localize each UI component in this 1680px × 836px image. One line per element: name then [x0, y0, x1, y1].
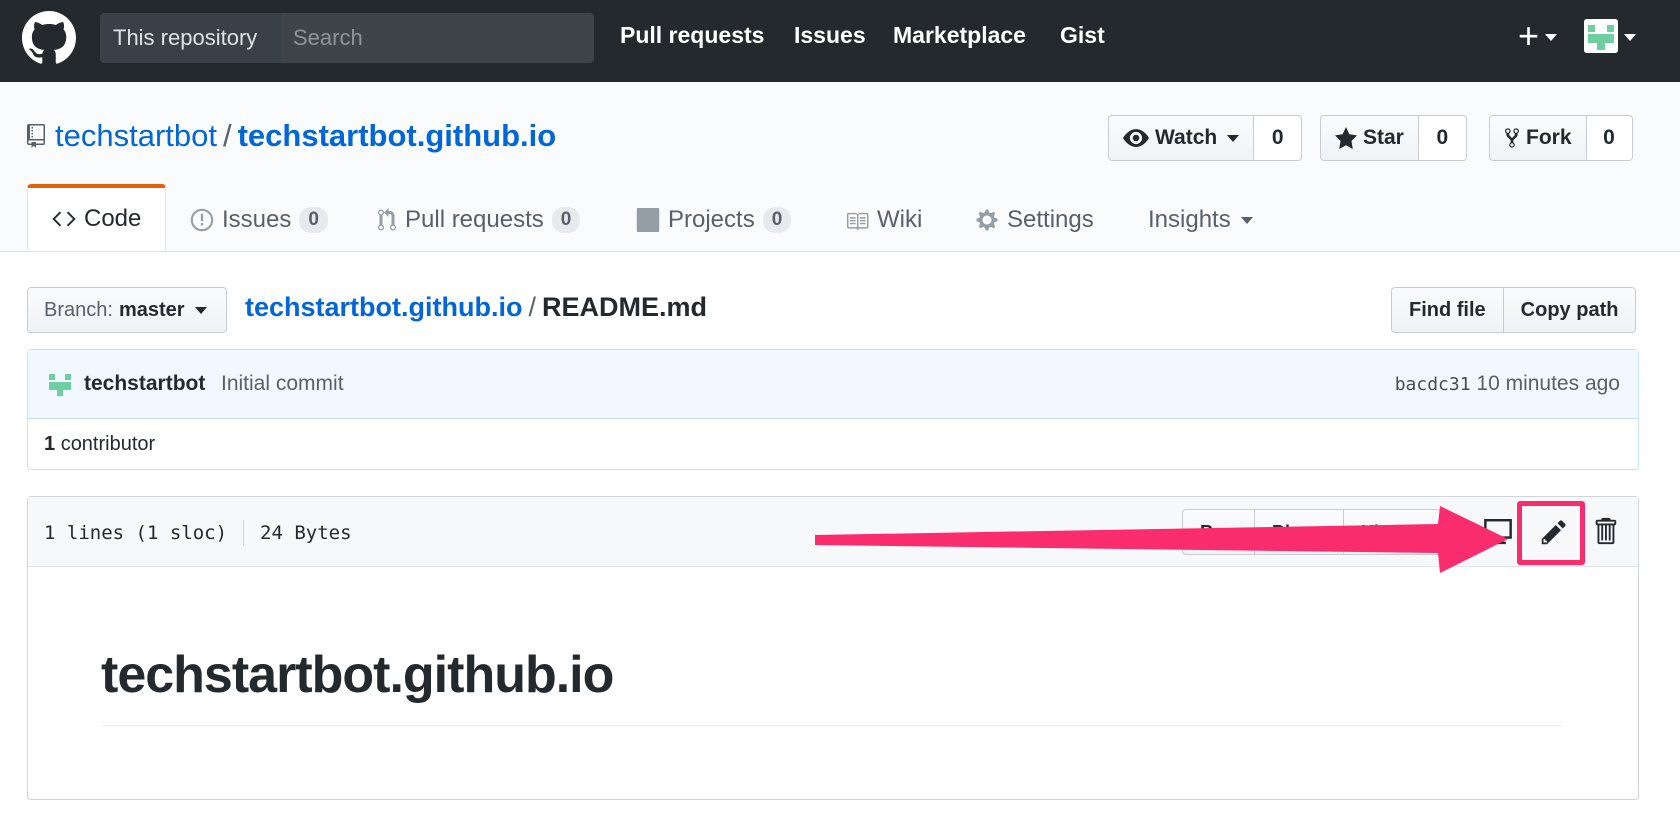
tab-code[interactable]: Code — [27, 184, 167, 250]
contributors-summary[interactable]: 1 contributor — [44, 433, 155, 456]
file-navigation-actions: Find file Copy path — [1391, 287, 1637, 333]
history-button[interactable]: History — [1344, 509, 1442, 555]
watch-label: Watch — [1155, 126, 1218, 149]
repository-title: techstartbot / techstartbot.github.io — [55, 118, 556, 154]
latest-commit: techstartbot Initial commit bacdc31 10 m… — [28, 350, 1638, 419]
tab-issues[interactable]: Issues 0 — [190, 188, 328, 252]
readme-heading-rule — [101, 725, 1563, 726]
issues-counter: 0 — [299, 207, 328, 233]
open-in-desktop-icon[interactable] — [1484, 519, 1512, 545]
file-header: 1 lines (1 sloc) 24 Bytes Raw Blame Hist… — [28, 497, 1638, 567]
file-viewer: 1 lines (1 sloc) 24 Bytes Raw Blame Hist… — [27, 496, 1639, 800]
projects-counter: 0 — [762, 207, 792, 233]
star-label: Star — [1363, 126, 1404, 149]
annotation-highlight-box — [1517, 501, 1585, 565]
readme-heading: techstartbot.github.io — [101, 646, 614, 704]
repo-title-separator: / — [222, 118, 232, 153]
fork-group: Fork 0 — [1489, 115, 1633, 161]
star-button[interactable]: Star — [1320, 115, 1419, 161]
tab-label: Projects — [668, 206, 755, 233]
tab-label: Pull requests — [405, 206, 544, 233]
pull-request-icon — [378, 208, 396, 231]
fork-icon — [1505, 128, 1519, 148]
commit-sha-link[interactable]: bacdc31 — [1395, 374, 1471, 395]
repo-owner-link[interactable]: techstartbot — [55, 118, 217, 153]
tab-projects[interactable]: Projects 0 — [636, 188, 792, 252]
star-icon — [1335, 127, 1357, 149]
pull-requests-counter: 0 — [551, 207, 581, 233]
blame-button[interactable]: Blame — [1255, 509, 1345, 555]
tab-label: Settings — [1007, 206, 1094, 233]
create-new-plus-icon[interactable]: + — [1518, 18, 1539, 54]
file-size: 24 Bytes — [260, 522, 352, 544]
star-count[interactable]: 0 — [1418, 115, 1467, 161]
book-icon — [847, 212, 869, 230]
gear-icon — [976, 209, 998, 231]
branch-name: master — [118, 298, 185, 321]
project-icon — [636, 208, 660, 232]
nav-issues[interactable]: Issues — [794, 22, 866, 49]
issue-icon — [190, 208, 214, 232]
branch-selector[interactable]: Branch: master — [27, 287, 227, 333]
search-input[interactable] — [281, 13, 594, 63]
file-actions: Raw Blame History — [1182, 509, 1442, 555]
raw-button[interactable]: Raw — [1182, 509, 1256, 555]
breadcrumb-separator: / — [528, 292, 536, 322]
commit-author-link[interactable]: techstartbot — [84, 372, 205, 396]
star-group: Star 0 — [1320, 115, 1467, 161]
nav-gist[interactable]: Gist — [1060, 22, 1105, 49]
tab-label: Wiki — [877, 206, 923, 233]
chevron-down-icon[interactable] — [1545, 34, 1557, 41]
repo-icon — [27, 124, 45, 148]
commit-message-link[interactable]: Initial commit — [221, 372, 344, 396]
tab-wiki[interactable]: Wiki — [845, 188, 922, 252]
tab-label: Issues — [222, 206, 292, 233]
breadcrumb: techstartbot.github.io / README.md — [245, 292, 707, 323]
identicon-icon — [46, 371, 74, 399]
file-line-count: 1 lines (1 sloc) — [44, 522, 228, 544]
watch-count[interactable]: 0 — [1254, 115, 1303, 161]
tab-settings[interactable]: Settings — [975, 188, 1094, 252]
nav-pull-requests[interactable]: Pull requests — [620, 22, 764, 49]
copy-path-button[interactable]: Copy path — [1503, 287, 1637, 333]
tab-insights[interactable]: Insights — [1148, 188, 1253, 252]
fork-button[interactable]: Fork — [1489, 115, 1587, 161]
fork-count[interactable]: 0 — [1586, 115, 1633, 161]
contributor-label: contributor — [60, 433, 156, 455]
commit-time: 10 minutes ago — [1476, 372, 1620, 395]
repo-name-link[interactable]: techstartbot.github.io — [238, 118, 557, 153]
chevron-down-icon — [194, 306, 207, 314]
breadcrumb-repo-link[interactable]: techstartbot.github.io — [245, 292, 522, 322]
nav-marketplace[interactable]: Marketplace — [893, 22, 1026, 49]
chevron-down-icon[interactable] — [1624, 34, 1636, 41]
chevron-down-icon — [1227, 134, 1240, 142]
top-navigation-bar: This repository Pull requests Issues Mar… — [0, 0, 1680, 82]
code-icon — [52, 211, 76, 227]
commit-tease: techstartbot Initial commit bacdc31 10 m… — [27, 349, 1639, 470]
watch-group: Watch 0 — [1108, 115, 1303, 161]
trash-icon[interactable] — [1592, 516, 1618, 546]
tab-label: Insights — [1148, 206, 1231, 233]
search-scope-label: This repository — [100, 13, 281, 63]
file-info: 1 lines (1 sloc) 24 Bytes — [44, 520, 352, 546]
github-logo-icon[interactable] — [22, 11, 76, 65]
contributor-count: 1 — [44, 433, 56, 455]
eye-icon — [1123, 129, 1149, 147]
tab-pull-requests[interactable]: Pull requests 0 — [377, 188, 581, 252]
tab-label: Code — [84, 205, 142, 232]
branch-prefix: Branch: — [44, 298, 113, 321]
commit-meta: bacdc31 10 minutes ago — [1395, 372, 1620, 396]
chevron-down-icon — [1240, 216, 1253, 224]
file-info-divider — [243, 520, 245, 546]
repository-header: techstartbot / techstartbot.github.io Watc… — [0, 82, 1680, 252]
breadcrumb-file: README.md — [542, 292, 708, 322]
find-file-button[interactable]: Find file — [1391, 287, 1504, 333]
fork-label: Fork — [1526, 126, 1572, 149]
identicon-icon — [1584, 19, 1618, 53]
watch-button[interactable]: Watch — [1108, 115, 1255, 161]
author-avatar[interactable] — [46, 371, 74, 399]
user-avatar[interactable] — [1584, 19, 1618, 53]
